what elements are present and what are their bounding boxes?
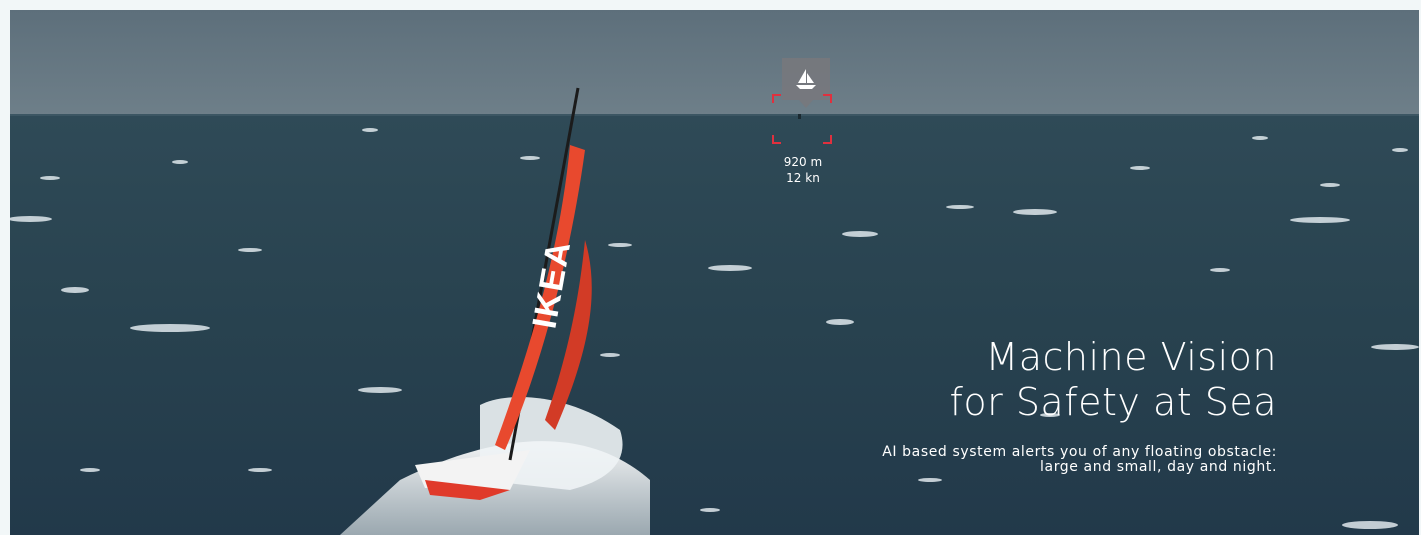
hero-subline: AI based system alerts you of any floati…	[882, 444, 1277, 475]
bbox-corner-bottom-right	[823, 135, 832, 144]
detected-vessel	[798, 114, 801, 119]
speed-value: 12 kn	[786, 171, 820, 185]
bbox-corner-bottom-left	[772, 135, 781, 144]
hero-headline: Machine Vision for Safety at Sea	[949, 335, 1277, 424]
sky	[10, 10, 1419, 116]
bbox-corner-top-right	[823, 94, 832, 103]
hero-copy: Machine Vision for Safety at Sea AI base…	[882, 335, 1277, 475]
distance-value: 920 m	[783, 155, 823, 169]
bbox-corner-top-left	[772, 94, 781, 103]
sailboat-icon	[796, 69, 816, 89]
hero-banner: IKEA 920 m 12 kn Machine Vision for Safe…	[10, 10, 1419, 535]
detection-readout: 920 m 12 kn	[768, 154, 838, 186]
